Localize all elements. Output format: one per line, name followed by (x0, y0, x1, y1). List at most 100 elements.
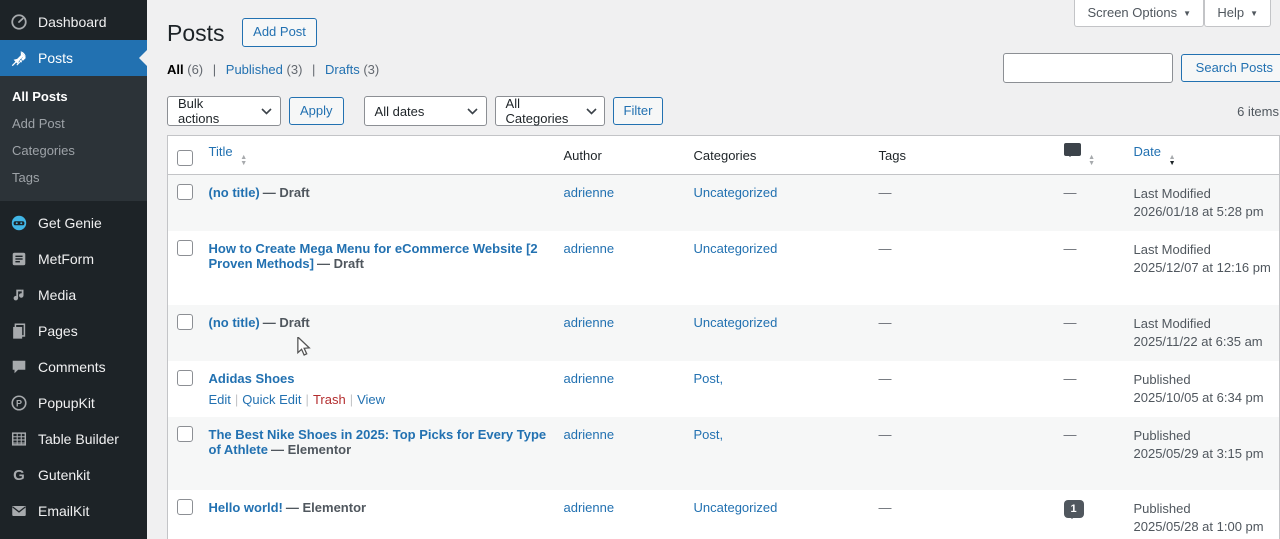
date-status: Published (1133, 372, 1191, 387)
posts-table: Title ▲ ▼ Author Categories Tags ▲ ▼ Date … (167, 135, 1280, 539)
sidebar-separator (0, 529, 147, 539)
view-link[interactable]: View (357, 392, 385, 407)
help-button[interactable]: Help ▼ (1204, 0, 1271, 27)
sort-arrows-icon: ▲ ▼ (1088, 154, 1096, 167)
author-link[interactable]: adrienne (564, 315, 615, 330)
post-title-link[interactable]: (no title) (209, 185, 260, 200)
select-all-checkbox[interactable] (177, 150, 193, 166)
tags-value: — (878, 500, 892, 515)
row-checkbox[interactable] (177, 184, 193, 200)
category-link[interactable]: Uncategorized (694, 185, 778, 200)
separator: | (349, 392, 354, 407)
bulk-actions-value: Bulk actions (178, 96, 220, 126)
filter-button[interactable]: Filter (612, 96, 664, 126)
sidebar-item-media[interactable]: Media (0, 277, 147, 313)
posts-submenu: All Posts Add Post Categories Tags (0, 76, 147, 201)
post-state: — Elementor (270, 442, 352, 457)
screen-options-button[interactable]: Screen Options ▼ (1074, 0, 1204, 27)
sort-arrows-icon: ▲ ▼ (240, 153, 248, 167)
sidebar-item-label: Media (38, 287, 77, 303)
author-link[interactable]: adrienne (564, 241, 615, 256)
sidebar-item-label: Table Builder (38, 431, 119, 447)
search-input[interactable] (1002, 53, 1173, 83)
comments-value: — (1063, 315, 1077, 330)
table-toolbar: Bulk actions Apply All dates All Categor… (167, 96, 1280, 126)
apply-button[interactable]: Apply (289, 96, 344, 126)
comment-bubble-icon (9, 357, 29, 377)
search-posts-button[interactable]: Search Posts (1180, 53, 1280, 83)
post-title-link[interactable]: The Best Nike Shoes in 2025: Top Picks f… (209, 427, 547, 457)
sidebar-item-table-builder[interactable]: Table Builder (0, 421, 147, 457)
tags-value: — (878, 241, 892, 256)
post-state: — Draft (316, 256, 364, 271)
trash-link[interactable]: Trash (313, 392, 346, 407)
column-header-comments[interactable]: ▲ ▼ (1055, 135, 1126, 175)
row-checkbox[interactable] (177, 499, 193, 515)
sidebar-subitem-categories[interactable]: Categories (0, 137, 147, 164)
post-title-link[interactable]: How to Create Mega Menu for eCommerce We… (209, 241, 538, 271)
sort-arrows-icon: ▲ ▼ (1168, 153, 1176, 167)
envelope-icon (9, 501, 29, 521)
post-title-link[interactable]: (no title) (209, 315, 260, 330)
author-link[interactable]: adrienne (564, 500, 615, 515)
comment-count-badge[interactable]: 1 (1063, 500, 1084, 519)
sidebar-item-comments[interactable]: Comments (0, 349, 147, 385)
sidebar-item-label: Dashboard (38, 14, 107, 30)
dates-filter-select[interactable]: All dates (363, 96, 487, 126)
comments-header-icon (1063, 143, 1081, 157)
category-link[interactable]: Uncategorized (694, 241, 778, 256)
sidebar-item-popupkit[interactable]: P PopupKit (0, 385, 147, 421)
sidebar-subitem-tags[interactable]: Tags (0, 164, 147, 191)
category-link[interactable]: Post, (694, 371, 724, 386)
quick-edit-link[interactable]: Quick Edit (242, 392, 301, 407)
categories-filter-select[interactable]: All Categories (494, 96, 605, 126)
sidebar-item-metform[interactable]: MetForm (0, 241, 147, 277)
sidebar-item-dashboard[interactable]: Dashboard (0, 0, 147, 40)
column-header-date[interactable]: Date ▲ ▼ (1125, 135, 1280, 175)
sidebar-item-get-genie[interactable]: Get Genie (0, 201, 147, 241)
view-published-link[interactable]: Published (226, 62, 283, 77)
sidebar-item-posts[interactable]: Posts (0, 40, 147, 76)
caret-down-icon: ▼ (1250, 9, 1258, 18)
column-header-tags: Tags (870, 135, 1056, 175)
gutenkit-icon: G (13, 466, 25, 484)
table-header: Title ▲ ▼ Author Categories Tags ▲ ▼ Date … (167, 135, 1280, 175)
post-title-link[interactable]: Hello world! (209, 500, 283, 515)
add-post-button[interactable]: Add Post (242, 18, 317, 47)
sidebar-item-pages[interactable]: Pages (0, 313, 147, 349)
bulk-actions-select[interactable]: Bulk actions (167, 96, 281, 126)
author-link[interactable]: adrienne (564, 185, 615, 200)
date-status: Published (1133, 501, 1191, 516)
sidebar-item-label: MetForm (38, 251, 94, 267)
dates-filter-value: All dates (374, 103, 425, 119)
column-header-title[interactable]: Title ▲ ▼ (200, 135, 556, 175)
category-link[interactable]: Uncategorized (694, 500, 778, 515)
sidebar-subitem-add-post[interactable]: Add Post (0, 110, 147, 137)
post-title-link[interactable]: Adidas Shoes (209, 371, 295, 386)
row-checkbox[interactable] (177, 240, 193, 256)
separator: | (212, 62, 217, 77)
sidebar-item-gutenkit[interactable]: G Gutenkit (0, 457, 147, 493)
author-link[interactable]: adrienne (564, 371, 615, 386)
svg-text:P: P (16, 399, 22, 409)
comments-value: — (1063, 185, 1077, 200)
table-row: (no title) — Draft adrienne Uncategorized… (167, 305, 1280, 361)
sidebar-subitem-all-posts[interactable]: All Posts (0, 83, 147, 110)
sidebar-item-emailkit[interactable]: EmailKit (0, 493, 147, 529)
view-all-link[interactable]: All (167, 62, 184, 77)
row-checkbox[interactable] (177, 314, 193, 330)
author-link[interactable]: adrienne (564, 427, 615, 442)
sidebar-item-label: Comments (38, 359, 106, 375)
row-checkbox[interactable] (177, 370, 193, 386)
row-actions: Edit | Quick Edit | Trash | View (209, 392, 548, 407)
view-drafts-link[interactable]: Drafts (325, 62, 360, 77)
category-link[interactable]: Uncategorized (694, 315, 778, 330)
search-area: Search Posts (1002, 53, 1280, 83)
date-status: Last Modified (1133, 316, 1211, 331)
table-row: Adidas Shoes Edit | Quick Edit | Trash | View … (168, 361, 1280, 417)
edit-link[interactable]: Edit (209, 392, 231, 407)
category-link[interactable]: Post, (694, 427, 724, 442)
sidebar-item-label: Posts (38, 50, 74, 66)
row-checkbox[interactable] (177, 426, 193, 442)
comments-value: — (1063, 241, 1077, 256)
